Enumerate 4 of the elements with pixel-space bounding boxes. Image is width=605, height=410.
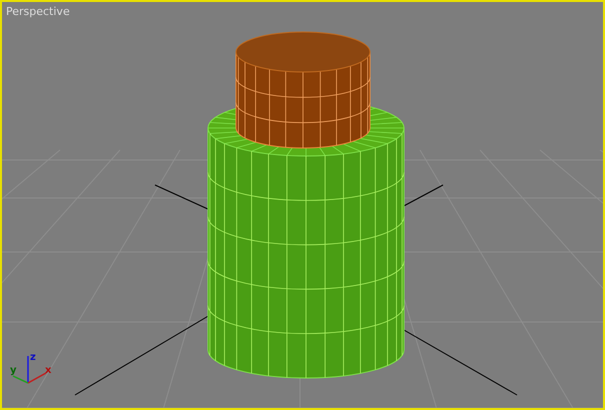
z-axis-label: z <box>30 352 36 363</box>
viewport-label[interactable]: Perspective <box>6 5 70 18</box>
x-axis-label: x <box>45 365 52 376</box>
y-axis-label: y <box>10 365 17 376</box>
